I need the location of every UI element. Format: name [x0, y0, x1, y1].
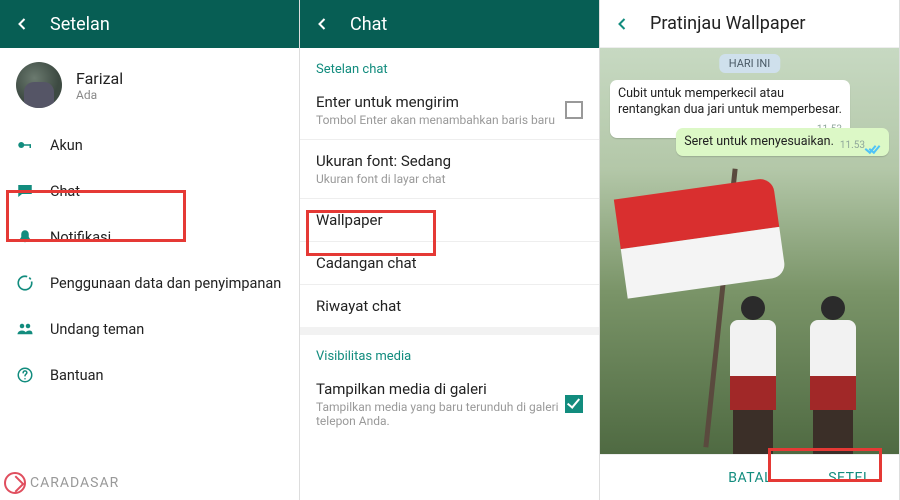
setting-secondary: Tampilkan media yang baru terunduh di ga… — [316, 400, 583, 428]
menu-label: Bantuan — [50, 367, 104, 384]
profile-name: Farizal — [76, 69, 123, 88]
chat-settings-panel: Chat Setelan chat Enter untuk mengirim T… — [300, 0, 600, 500]
menu-label: Notifikasi — [50, 229, 111, 246]
profile-row[interactable]: Farizal Ada — [0, 48, 299, 122]
setting-secondary: Ukuran font di layar chat — [316, 172, 583, 186]
setting-primary: Wallpaper — [316, 211, 583, 229]
menu-label: Chat — [50, 183, 80, 200]
setting-primary: Cadangan chat — [316, 254, 583, 272]
watermark-logo-icon — [4, 472, 26, 494]
menu-item-data-usage[interactable]: Penggunaan data dan penyimpanan — [0, 260, 299, 306]
menu-item-notifications[interactable]: Notifikasi — [0, 214, 299, 260]
watermark-text: CARADASAR — [30, 475, 119, 491]
setting-primary: Ukuran font: Sedang — [316, 152, 583, 170]
menu-item-invite[interactable]: Undang teman — [0, 306, 299, 352]
page-title: Chat — [350, 14, 387, 35]
back-icon[interactable] — [612, 14, 632, 34]
setting-secondary: Tombol Enter akan menambahkan baris baru — [316, 113, 583, 127]
menu-label: Undang teman — [50, 321, 144, 338]
setting-primary: Riwayat chat — [316, 297, 583, 315]
set-button[interactable]: SETEL — [800, 458, 899, 498]
profile-status: Ada — [76, 88, 123, 102]
action-bar: BATAL SETEL — [600, 454, 899, 500]
wallpaper-preview[interactable]: HARI INI Cubit untuk memperkecil atau re… — [600, 48, 899, 454]
bubble-time: 11.53 — [840, 138, 881, 152]
divider — [300, 327, 599, 335]
menu-item-help[interactable]: Bantuan — [0, 352, 299, 398]
setting-enter-send[interactable]: Enter untuk mengirim Tombol Enter akan m… — [300, 81, 599, 139]
back-icon[interactable] — [12, 14, 32, 34]
setting-media-visibility[interactable]: Tampilkan media di galeri Tampilkan medi… — [300, 368, 599, 440]
settings-panel: Setelan Farizal Ada Akun Chat Notifikasi… — [0, 0, 300, 500]
wallpaper-image — [720, 296, 786, 454]
read-ticks-icon — [867, 143, 881, 153]
bell-icon — [16, 228, 50, 246]
date-badge: HARI INI — [719, 54, 780, 73]
menu-item-chat[interactable]: Chat — [0, 168, 299, 214]
data-icon — [16, 274, 50, 292]
page-title: Setelan — [50, 14, 110, 35]
setting-font-size[interactable]: Ukuran font: Sedang Ukuran font di layar… — [300, 140, 599, 198]
appbar: Chat — [300, 0, 599, 48]
checkbox-icon[interactable] — [565, 101, 583, 119]
bubble-text: Seret untuk menyesuaikan. — [684, 134, 834, 149]
settings-menu: Akun Chat Notifikasi Penggunaan data dan… — [0, 122, 299, 398]
help-icon — [16, 366, 50, 384]
watermark: CARADASAR — [4, 472, 119, 494]
back-icon[interactable] — [312, 14, 332, 34]
people-icon — [16, 320, 50, 338]
section-label: Visibilitas media — [300, 335, 599, 368]
checkbox-icon[interactable] — [565, 395, 583, 413]
wallpaper-preview-panel: Pratinjau Wallpaper HARI INI Cubit untuk… — [600, 0, 900, 500]
appbar: Pratinjau Wallpaper — [600, 0, 899, 48]
setting-history[interactable]: Riwayat chat — [300, 285, 599, 327]
chat-bubble-outgoing: Seret untuk menyesuaikan. 11.53 — [676, 128, 889, 156]
menu-label: Akun — [50, 137, 83, 154]
setting-backup[interactable]: Cadangan chat — [300, 242, 599, 284]
avatar — [16, 62, 62, 108]
cancel-button[interactable]: BATAL — [700, 458, 800, 498]
key-icon — [16, 136, 50, 154]
menu-label: Penggunaan data dan penyimpanan — [50, 275, 281, 292]
appbar: Setelan — [0, 0, 299, 48]
wallpaper-image — [800, 296, 866, 454]
setting-primary: Tampilkan media di galeri — [316, 380, 583, 398]
setting-primary: Enter untuk mengirim — [316, 93, 583, 111]
menu-item-account[interactable]: Akun — [0, 122, 299, 168]
chat-icon — [16, 182, 50, 200]
bubble-text: Cubit untuk memperkecil atau rentangkan … — [618, 86, 842, 117]
setting-wallpaper[interactable]: Wallpaper — [300, 199, 599, 241]
page-title: Pratinjau Wallpaper — [650, 13, 805, 34]
section-label: Setelan chat — [300, 48, 599, 81]
